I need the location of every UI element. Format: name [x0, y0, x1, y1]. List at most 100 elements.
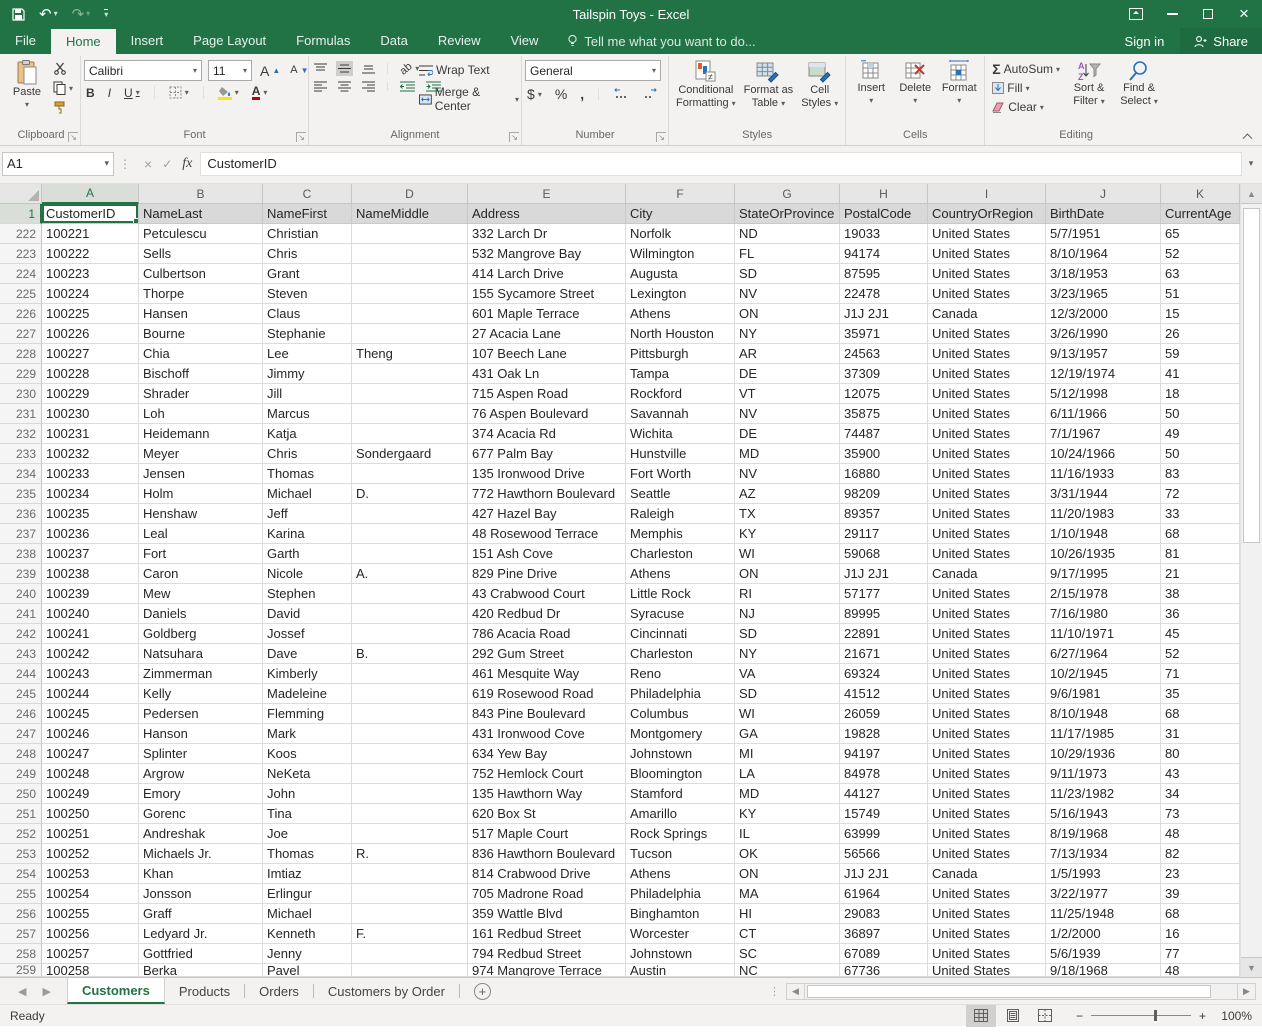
- cell-C227[interactable]: Stephanie: [263, 324, 352, 344]
- cell-A231[interactable]: 100230: [42, 404, 139, 424]
- cell-I227[interactable]: United States: [928, 324, 1046, 344]
- cell-B227[interactable]: Bourne: [139, 324, 263, 344]
- cell-E254[interactable]: 814 Crabwood Drive: [468, 864, 626, 884]
- sheet-tab-products[interactable]: Products: [165, 978, 244, 1004]
- cell-J248[interactable]: 10/29/1936: [1046, 744, 1161, 764]
- borders-button[interactable]: ▾: [167, 85, 191, 100]
- cell-J222[interactable]: 5/7/1951: [1046, 224, 1161, 244]
- cell-I258[interactable]: United States: [928, 944, 1046, 964]
- cell-H243[interactable]: 21671: [840, 644, 928, 664]
- cell-F236[interactable]: Raleigh: [626, 504, 735, 524]
- cell-E259[interactable]: 974 Mangrove Terrace: [468, 964, 626, 977]
- cell-I230[interactable]: United States: [928, 384, 1046, 404]
- cell-K245[interactable]: 35: [1161, 684, 1240, 704]
- cell-G222[interactable]: ND: [735, 224, 840, 244]
- cell-E253[interactable]: 836 Hawthorn Boulevard: [468, 844, 626, 864]
- cell-C236[interactable]: Jeff: [263, 504, 352, 524]
- cell-H256[interactable]: 29083: [840, 904, 928, 924]
- cell-E234[interactable]: 135 Ironwood Drive: [468, 464, 626, 484]
- tab-data[interactable]: Data: [365, 28, 422, 54]
- cell-J227[interactable]: 3/26/1990: [1046, 324, 1161, 344]
- cell-K232[interactable]: 49: [1161, 424, 1240, 444]
- cell-C222[interactable]: Christian: [263, 224, 352, 244]
- cell-K255[interactable]: 39: [1161, 884, 1240, 904]
- cell-styles-button[interactable]: Cell Styles ▾: [797, 57, 842, 112]
- cell-C255[interactable]: Erlingur: [263, 884, 352, 904]
- autosum-button[interactable]: ΣAutoSum▾: [990, 61, 1062, 77]
- cell-K246[interactable]: 68: [1161, 704, 1240, 724]
- cell-A247[interactable]: 100246: [42, 724, 139, 744]
- cell-B224[interactable]: Culbertson: [139, 264, 263, 284]
- cell-I243[interactable]: United States: [928, 644, 1046, 664]
- row-number-252[interactable]: 252: [0, 824, 42, 844]
- cell-H244[interactable]: 69324: [840, 664, 928, 684]
- cell-E235[interactable]: 772 Hawthorn Boulevard: [468, 484, 626, 504]
- cell-F227[interactable]: North Houston: [626, 324, 735, 344]
- share-button[interactable]: Share: [1180, 28, 1262, 54]
- cell-D239[interactable]: A.: [352, 564, 468, 584]
- column-header-H[interactable]: H: [840, 184, 928, 204]
- cell-J252[interactable]: 8/19/1968: [1046, 824, 1161, 844]
- cell-G226[interactable]: ON: [735, 304, 840, 324]
- cell-H250[interactable]: 44127: [840, 784, 928, 804]
- cell-H253[interactable]: 56566: [840, 844, 928, 864]
- fill-button[interactable]: Fill▾: [990, 80, 1062, 96]
- cell-E226[interactable]: 601 Maple Terrace: [468, 304, 626, 324]
- horizontal-scrollbar-thumb[interactable]: [807, 985, 1211, 998]
- cell-I241[interactable]: United States: [928, 604, 1046, 624]
- cell-K252[interactable]: 48: [1161, 824, 1240, 844]
- cell-F245[interactable]: Philadelphia: [626, 684, 735, 704]
- format-painter-button[interactable]: [51, 100, 75, 115]
- next-sheet-button[interactable]: ▶: [42, 985, 50, 998]
- cell-C243[interactable]: Dave: [263, 644, 352, 664]
- cell-F226[interactable]: Athens: [626, 304, 735, 324]
- cell-A240[interactable]: 100239: [42, 584, 139, 604]
- cell-I244[interactable]: United States: [928, 664, 1046, 684]
- cell-I250[interactable]: United States: [928, 784, 1046, 804]
- cell-K238[interactable]: 81: [1161, 544, 1240, 564]
- cell-A226[interactable]: 100225: [42, 304, 139, 324]
- cell-C228[interactable]: Lee: [263, 344, 352, 364]
- cell-C247[interactable]: Mark: [263, 724, 352, 744]
- tab-file[interactable]: File: [0, 28, 51, 54]
- cell-I232[interactable]: United States: [928, 424, 1046, 444]
- wrap-text-button[interactable]: Wrap Text: [417, 62, 492, 78]
- cell-A257[interactable]: 100256: [42, 924, 139, 944]
- cell-K248[interactable]: 80: [1161, 744, 1240, 764]
- cell-G224[interactable]: SD: [735, 264, 840, 284]
- cell-F246[interactable]: Columbus: [626, 704, 735, 724]
- cell-J232[interactable]: 7/1/1967: [1046, 424, 1161, 444]
- bold-button[interactable]: B: [84, 85, 97, 101]
- cell-I249[interactable]: United States: [928, 764, 1046, 784]
- cell-A253[interactable]: 100252: [42, 844, 139, 864]
- cell-D253[interactable]: R.: [352, 844, 468, 864]
- cell-D251[interactable]: [352, 804, 468, 824]
- field-header-CurrentAge[interactable]: CurrentAge: [1161, 204, 1240, 224]
- row-number-250[interactable]: 250: [0, 784, 42, 804]
- cell-D230[interactable]: [352, 384, 468, 404]
- cell-H239[interactable]: J1J 2J1: [840, 564, 928, 584]
- cell-C242[interactable]: Jossef: [263, 624, 352, 644]
- cell-K251[interactable]: 73: [1161, 804, 1240, 824]
- cell-I257[interactable]: United States: [928, 924, 1046, 944]
- cell-I239[interactable]: Canada: [928, 564, 1046, 584]
- cell-G231[interactable]: NV: [735, 404, 840, 424]
- delete-cells-button[interactable]: Delete ▾: [893, 57, 937, 108]
- cell-C257[interactable]: Kenneth: [263, 924, 352, 944]
- cell-E257[interactable]: 161 Redbud Street: [468, 924, 626, 944]
- cell-B223[interactable]: Sells: [139, 244, 263, 264]
- cell-A250[interactable]: 100249: [42, 784, 139, 804]
- cell-K250[interactable]: 34: [1161, 784, 1240, 804]
- cell-B253[interactable]: Michaels Jr.: [139, 844, 263, 864]
- cell-A254[interactable]: 100253: [42, 864, 139, 884]
- column-header-I[interactable]: I: [928, 184, 1046, 204]
- cell-F232[interactable]: Wichita: [626, 424, 735, 444]
- cell-E232[interactable]: 374 Acacia Rd: [468, 424, 626, 444]
- cell-D233[interactable]: Sondergaard: [352, 444, 468, 464]
- sheet-tab-customers[interactable]: Customers: [67, 978, 165, 1004]
- cell-D237[interactable]: [352, 524, 468, 544]
- cell-I247[interactable]: United States: [928, 724, 1046, 744]
- row-number-244[interactable]: 244: [0, 664, 42, 684]
- row-number-225[interactable]: 225: [0, 284, 42, 304]
- row-number-243[interactable]: 243: [0, 644, 42, 664]
